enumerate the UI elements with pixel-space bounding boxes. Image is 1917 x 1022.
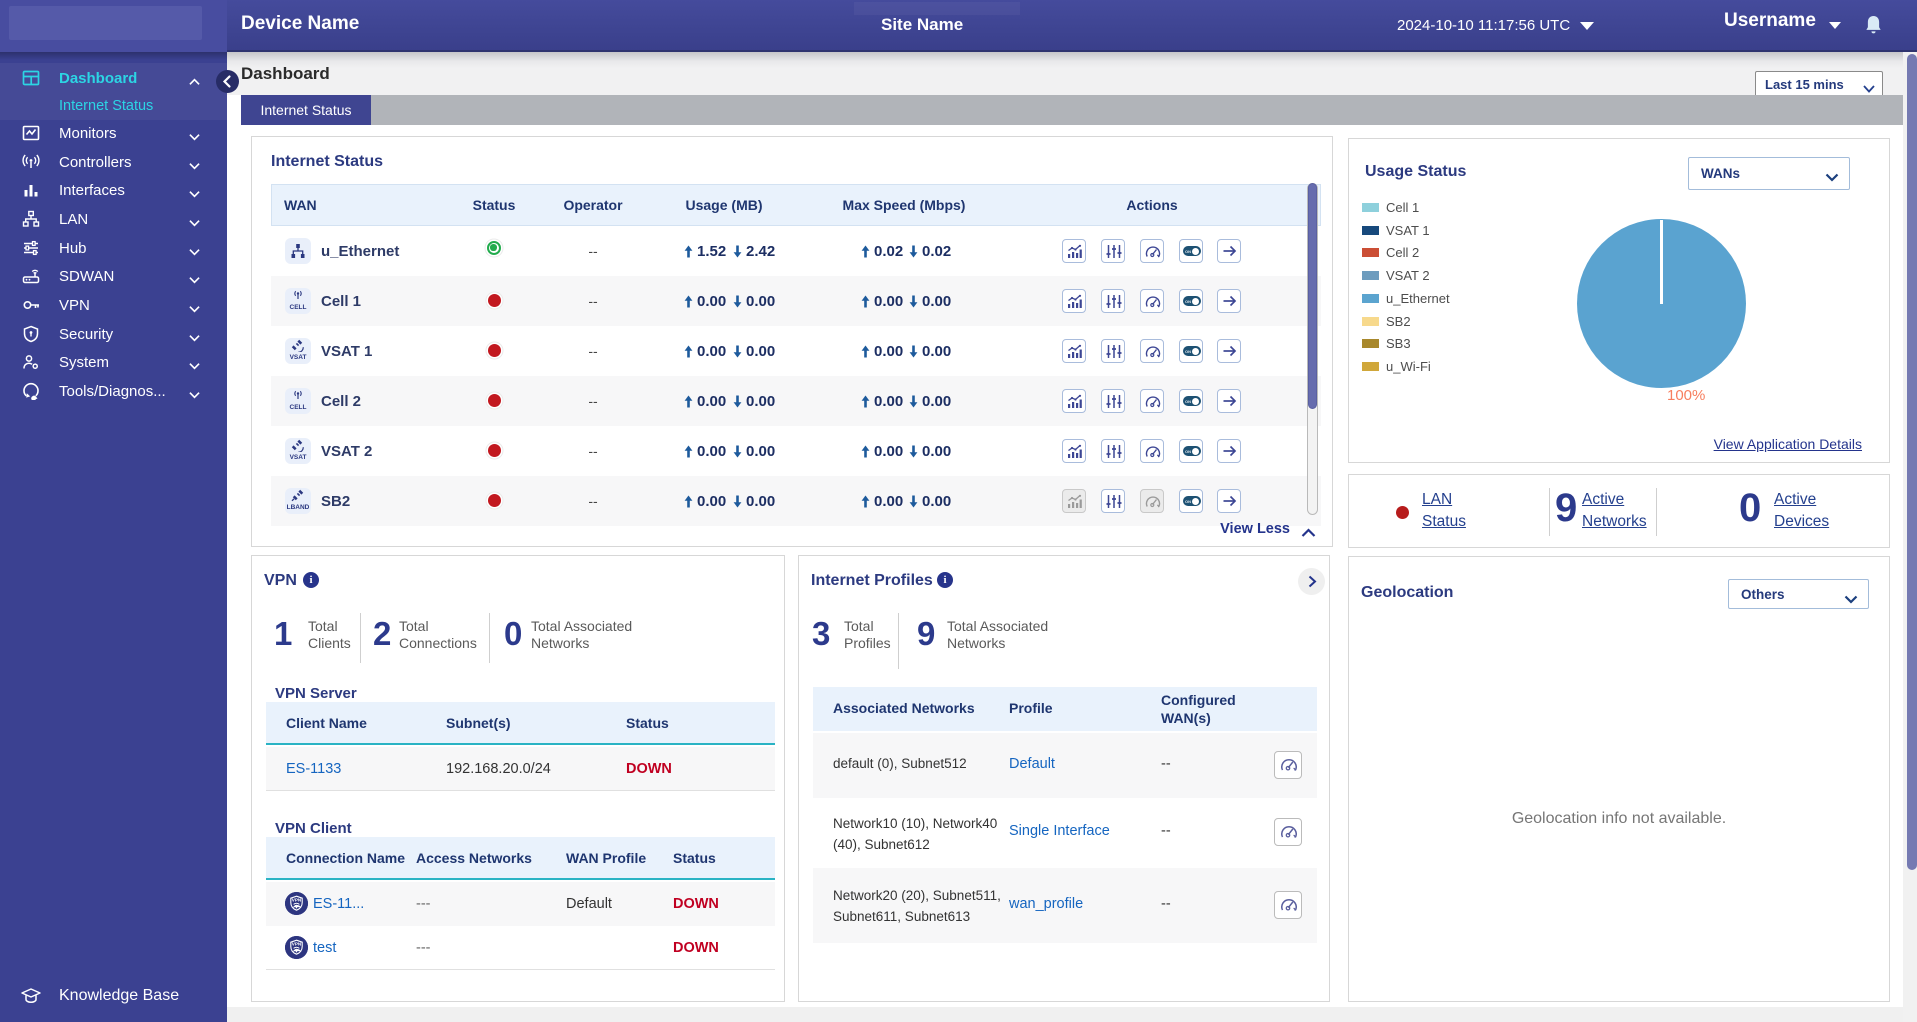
svg-text:VPN: VPN — [292, 897, 302, 902]
svg-text:VPN: VPN — [292, 941, 302, 946]
